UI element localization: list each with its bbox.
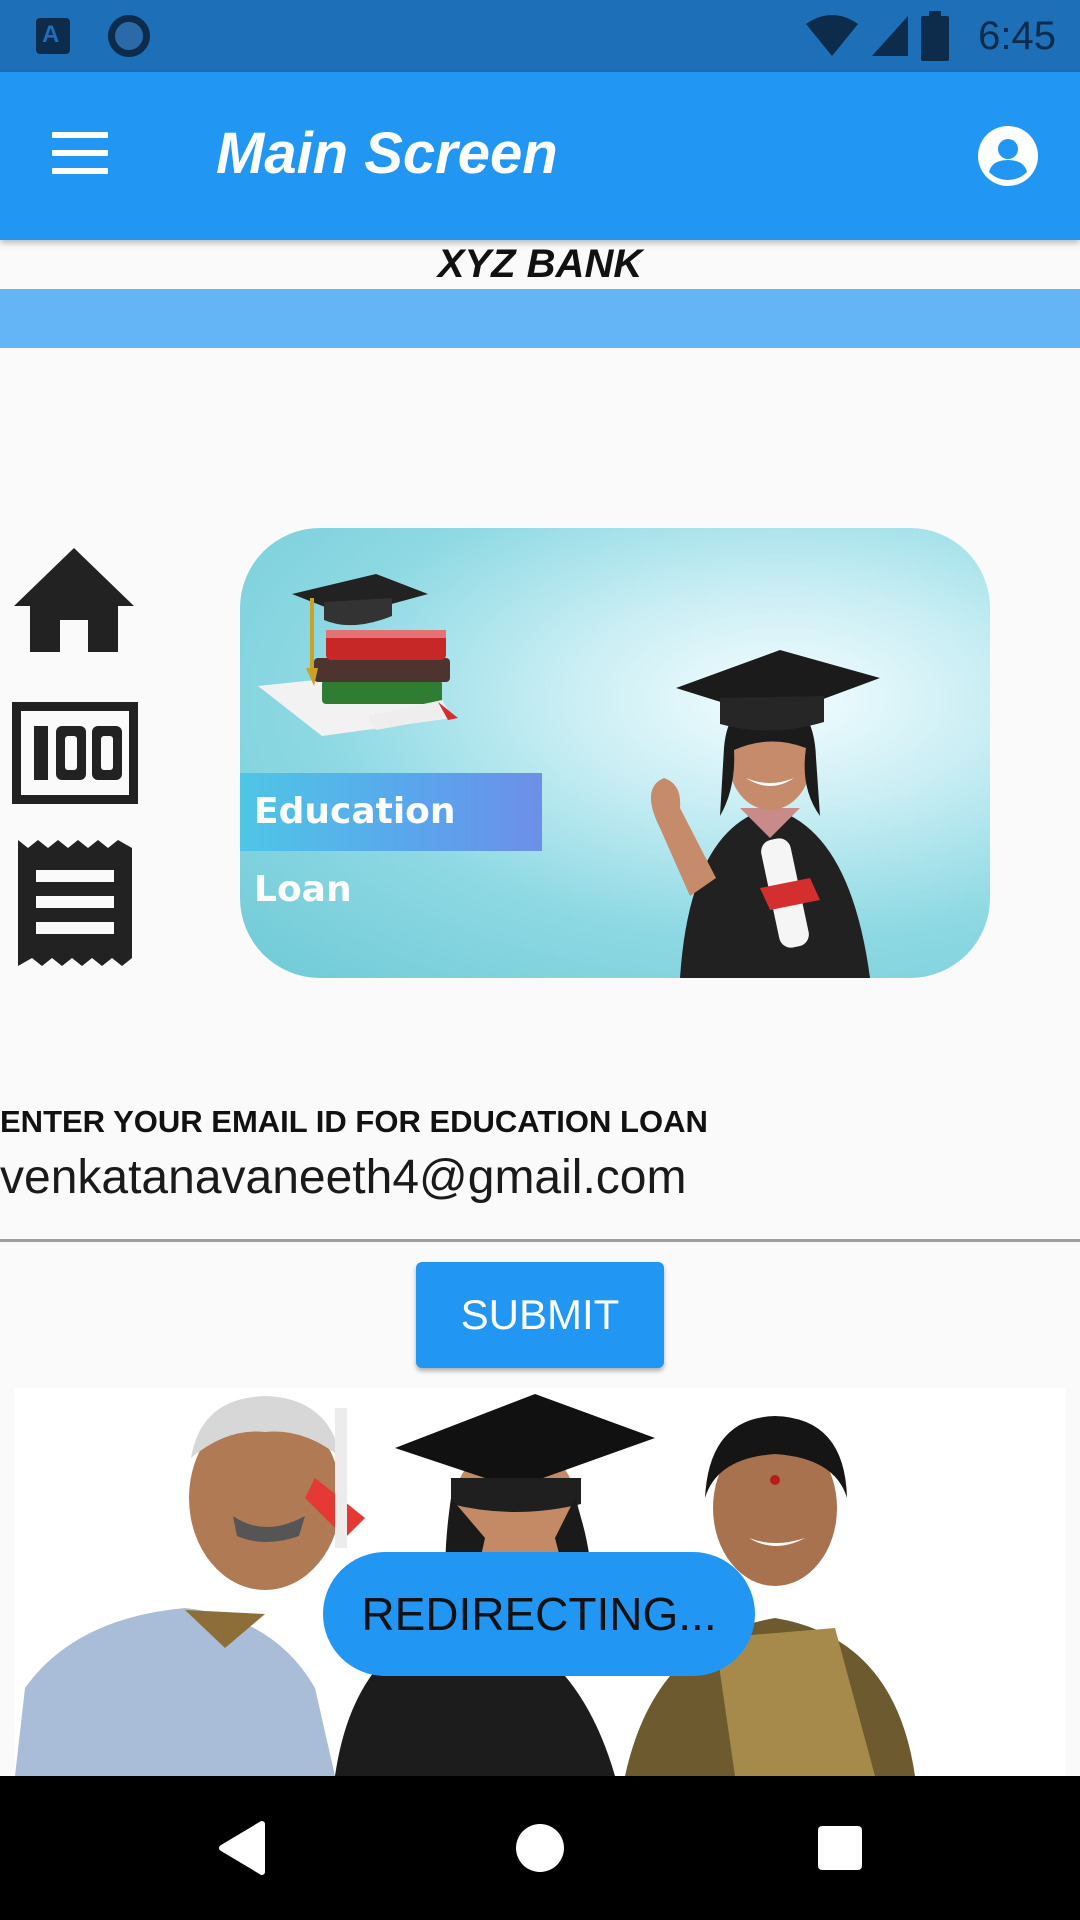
home-icon[interactable] <box>12 546 136 654</box>
header-band <box>0 289 1080 348</box>
books-illustration <box>258 574 458 736</box>
status-bar: A 6:45 <box>0 0 1080 72</box>
bank-name: XYZ BANK <box>437 242 643 286</box>
account-circle-icon[interactable] <box>976 124 1040 188</box>
clock: 6:45 <box>978 13 1056 58</box>
email-label: ENTER YOUR EMAIL ID FOR EDUCATION LOAN <box>0 1104 708 1139</box>
back-icon[interactable] <box>168 1776 312 1920</box>
hamburger-menu-icon[interactable] <box>52 132 112 180</box>
recents-icon[interactable] <box>768 1776 912 1920</box>
hundred-icon[interactable] <box>12 702 138 804</box>
a-keyboard-icon: A <box>36 18 70 54</box>
submit-button[interactable]: SUBMIT <box>416 1262 664 1368</box>
app-bar: Main Screen <box>0 72 1080 240</box>
battery-icon <box>921 11 950 61</box>
signal-icon <box>872 16 909 56</box>
status-left: A <box>36 15 150 57</box>
wifi-icon <box>806 15 859 56</box>
page-title: Main Screen <box>216 121 558 186</box>
nav-bar <box>0 1776 1080 1920</box>
status-right: 6:45 <box>804 11 1056 61</box>
circle-app-icon <box>108 15 150 57</box>
banner-label: Education Loan <box>240 773 542 910</box>
email-input[interactable] <box>0 1142 1080 1242</box>
redirecting-toast: REDIRECTING... <box>323 1552 755 1676</box>
education-loan-banner[interactable]: Education Loan <box>240 528 990 978</box>
receipt-icon[interactable] <box>18 840 132 966</box>
home-circle-icon[interactable] <box>468 1776 612 1920</box>
graduate-illustration <box>650 650 880 978</box>
